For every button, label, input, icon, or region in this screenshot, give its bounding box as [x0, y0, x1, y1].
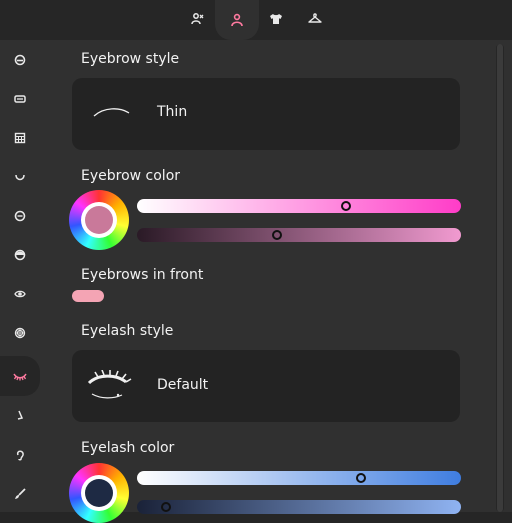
eyelash-hue-slider-thumb[interactable] — [356, 473, 366, 483]
ear-icon — [16, 450, 24, 461]
eyebrow-color-swatch — [85, 206, 113, 234]
sidebar-item-mouth[interactable] — [0, 157, 40, 197]
people-icon — [191, 13, 204, 25]
tab-people[interactable] — [179, 0, 217, 38]
sidebar-item-head[interactable] — [0, 40, 40, 80]
eyelash-style-card[interactable] — [72, 350, 460, 422]
eyelash-color-wheel[interactable] — [69, 463, 129, 523]
shirt-icon — [270, 14, 282, 24]
eyebrows-in-front-label: Eyebrows in front — [81, 267, 204, 283]
sidebar-item-eye[interactable] — [0, 274, 40, 314]
eyelash-style-label: Eyelash style — [81, 323, 174, 339]
sidebar-item-hair[interactable] — [0, 118, 40, 158]
eyebrow-shade-slider[interactable] — [137, 228, 461, 242]
eyebrow-color-ring — [81, 202, 117, 238]
eyelash-shade-slider-thumb[interactable] — [160, 502, 171, 512]
forehead-icon — [14, 95, 26, 103]
sidebar-item-ear[interactable] — [0, 435, 40, 475]
brush-icon — [15, 488, 26, 499]
thin-eyebrow-icon — [93, 108, 130, 117]
scrollbar-thumb[interactable] — [497, 44, 503, 512]
person-icon — [231, 13, 243, 27]
eyebrow-color-wheel[interactable] — [69, 190, 129, 250]
sidebar-item-eyebrow-pen[interactable] — [0, 395, 40, 435]
sidebar — [0, 40, 40, 512]
top-tab-bar — [0, 0, 512, 40]
eyebrows-in-front-toggle[interactable] — [72, 290, 104, 302]
eyebrow-color-label: Eyebrow color — [81, 168, 181, 184]
eyelash-icon — [13, 373, 27, 381]
sidebar-item-forehead[interactable] — [0, 79, 40, 119]
hanger-icon — [308, 13, 322, 23]
tab-body[interactable] — [215, 0, 259, 40]
sidebar-item-brush[interactable] — [0, 474, 40, 514]
eyebrow-style-label: Eyebrow style — [81, 51, 180, 67]
eyelash-preview-icon — [87, 370, 132, 399]
sidebar-item-face[interactable] — [0, 196, 40, 236]
sidebar-item-eyelash[interactable] — [0, 356, 40, 396]
eye-icon — [14, 290, 26, 298]
tab-hanger[interactable] — [296, 0, 334, 38]
face-outline-icon — [14, 249, 26, 261]
eyebrow-hue-slider[interactable] — [137, 199, 461, 213]
eyelash-color-ring — [81, 475, 117, 511]
sidebar-item-face-outline[interactable] — [0, 235, 40, 275]
tab-clothing[interactable] — [257, 0, 295, 38]
sidebar-item-pupil[interactable] — [0, 313, 40, 353]
eyebrow-pen-icon — [17, 410, 24, 420]
eyebrow-style-value: Thin — [157, 104, 188, 120]
eyelash-style-value: Default — [157, 377, 209, 393]
eyelash-hue-slider[interactable] — [137, 471, 461, 485]
eyelash-color-label: Eyelash color — [81, 440, 175, 456]
hair-icon — [14, 132, 26, 144]
eyebrow-hue-slider-thumb[interactable] — [340, 201, 351, 211]
head-icon — [14, 54, 26, 66]
mouth-icon — [15, 174, 25, 181]
face-icon — [14, 210, 26, 222]
eyelash-color-swatch — [85, 479, 113, 507]
eyebrow-style-card[interactable] — [72, 78, 460, 150]
pupil-icon — [14, 327, 26, 339]
